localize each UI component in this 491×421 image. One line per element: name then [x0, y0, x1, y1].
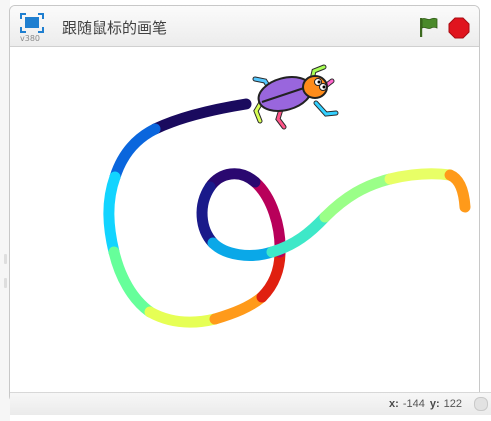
scroll-handle[interactable] [474, 397, 488, 411]
left-panel-handle[interactable] [4, 254, 7, 264]
stage-canvas[interactable] [10, 47, 479, 401]
left-panel-handle[interactable] [4, 278, 7, 288]
version-label: v380 [20, 34, 41, 43]
scratch-editor: v380 跟随鼠标的画笔 x: -144 y: 122 [0, 0, 491, 421]
stage-title-bar: v380 跟随鼠标的画笔 [10, 6, 479, 47]
fullscreen-presentation-icon[interactable] [20, 13, 44, 33]
stage-window: v380 跟随鼠标的画笔 [9, 5, 480, 402]
green-flag-icon[interactable] [417, 16, 439, 38]
pen-trail [103, 98, 471, 328]
x-label: x: [389, 398, 399, 410]
project-title: 跟随鼠标的画笔 [62, 19, 168, 37]
y-value: 122 [443, 398, 462, 410]
x-value: -144 [402, 398, 425, 410]
y-label: y: [429, 398, 440, 410]
beetle-sprite[interactable] [252, 64, 339, 130]
stop-sign-icon[interactable] [448, 17, 470, 39]
stage-status-bar: x: -144 y: 122 [10, 392, 491, 415]
mouse-coordinates: x: -144 y: 122 [389, 398, 467, 410]
